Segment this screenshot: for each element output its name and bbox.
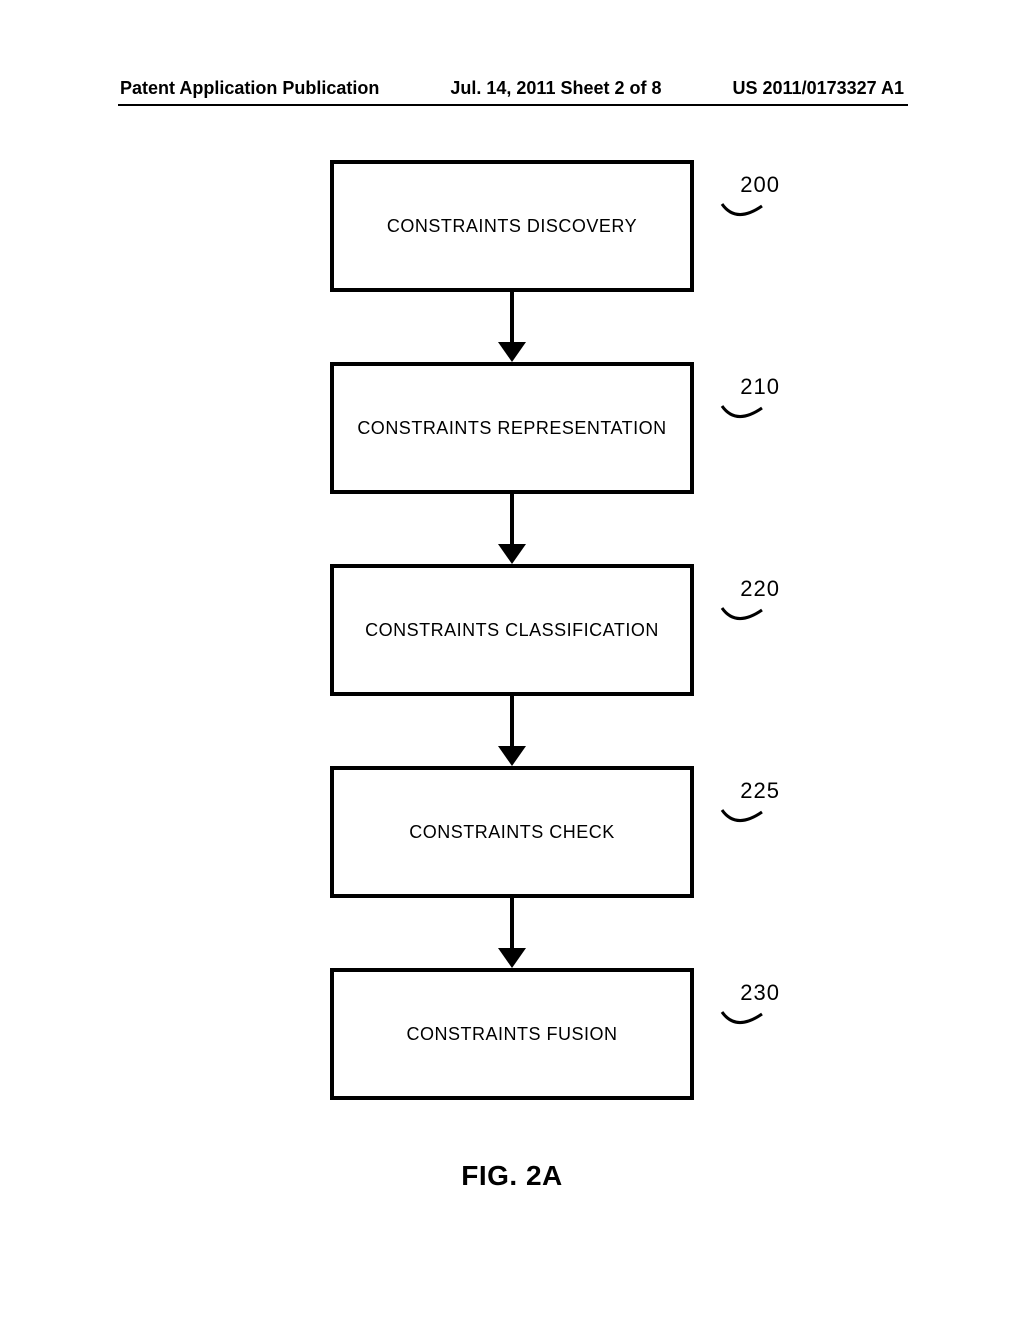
arrow-down-icon: [498, 898, 526, 968]
header-right: US 2011/0173327 A1: [733, 78, 904, 99]
leader-line-icon: [718, 1008, 766, 1034]
arrow-down-icon: [498, 494, 526, 564]
ref-wrap: 200: [740, 172, 780, 226]
page-header: Patent Application Publication Jul. 14, …: [0, 78, 1024, 99]
header-center: Jul. 14, 2011 Sheet 2 of 8: [450, 78, 661, 99]
leader-line-icon: [718, 402, 766, 428]
ref-number: 200: [740, 172, 780, 198]
ref-number: 225: [740, 778, 780, 804]
arrow-down-icon: [498, 292, 526, 362]
header-rule: [118, 104, 908, 106]
ref-wrap: 230: [740, 980, 780, 1034]
step-label: CONSTRAINTS CHECK: [409, 822, 615, 843]
step-box-representation: CONSTRAINTS REPRESENTATION 210: [330, 362, 694, 494]
step-label: CONSTRAINTS FUSION: [406, 1024, 617, 1045]
ref-number: 220: [740, 576, 780, 602]
ref-wrap: 225: [740, 778, 780, 832]
step-label: CONSTRAINTS REPRESENTATION: [357, 418, 666, 439]
step-label: CONSTRAINTS DISCOVERY: [387, 216, 637, 237]
step-box-classification: CONSTRAINTS CLASSIFICATION 220: [330, 564, 694, 696]
leader-line-icon: [718, 200, 766, 226]
arrow-down-icon: [498, 696, 526, 766]
step-box-check: CONSTRAINTS CHECK 225: [330, 766, 694, 898]
flowchart: CONSTRAINTS DISCOVERY 200 CONSTRAINTS RE…: [282, 160, 742, 1100]
ref-wrap: 210: [740, 374, 780, 428]
figure-label: FIG. 2A: [0, 1160, 1024, 1192]
leader-line-icon: [718, 604, 766, 630]
ref-number: 210: [740, 374, 780, 400]
ref-wrap: 220: [740, 576, 780, 630]
header-left: Patent Application Publication: [120, 78, 379, 99]
step-label: CONSTRAINTS CLASSIFICATION: [365, 620, 659, 641]
step-box-discovery: CONSTRAINTS DISCOVERY 200: [330, 160, 694, 292]
ref-number: 230: [740, 980, 780, 1006]
step-box-fusion: CONSTRAINTS FUSION 230: [330, 968, 694, 1100]
leader-line-icon: [718, 806, 766, 832]
